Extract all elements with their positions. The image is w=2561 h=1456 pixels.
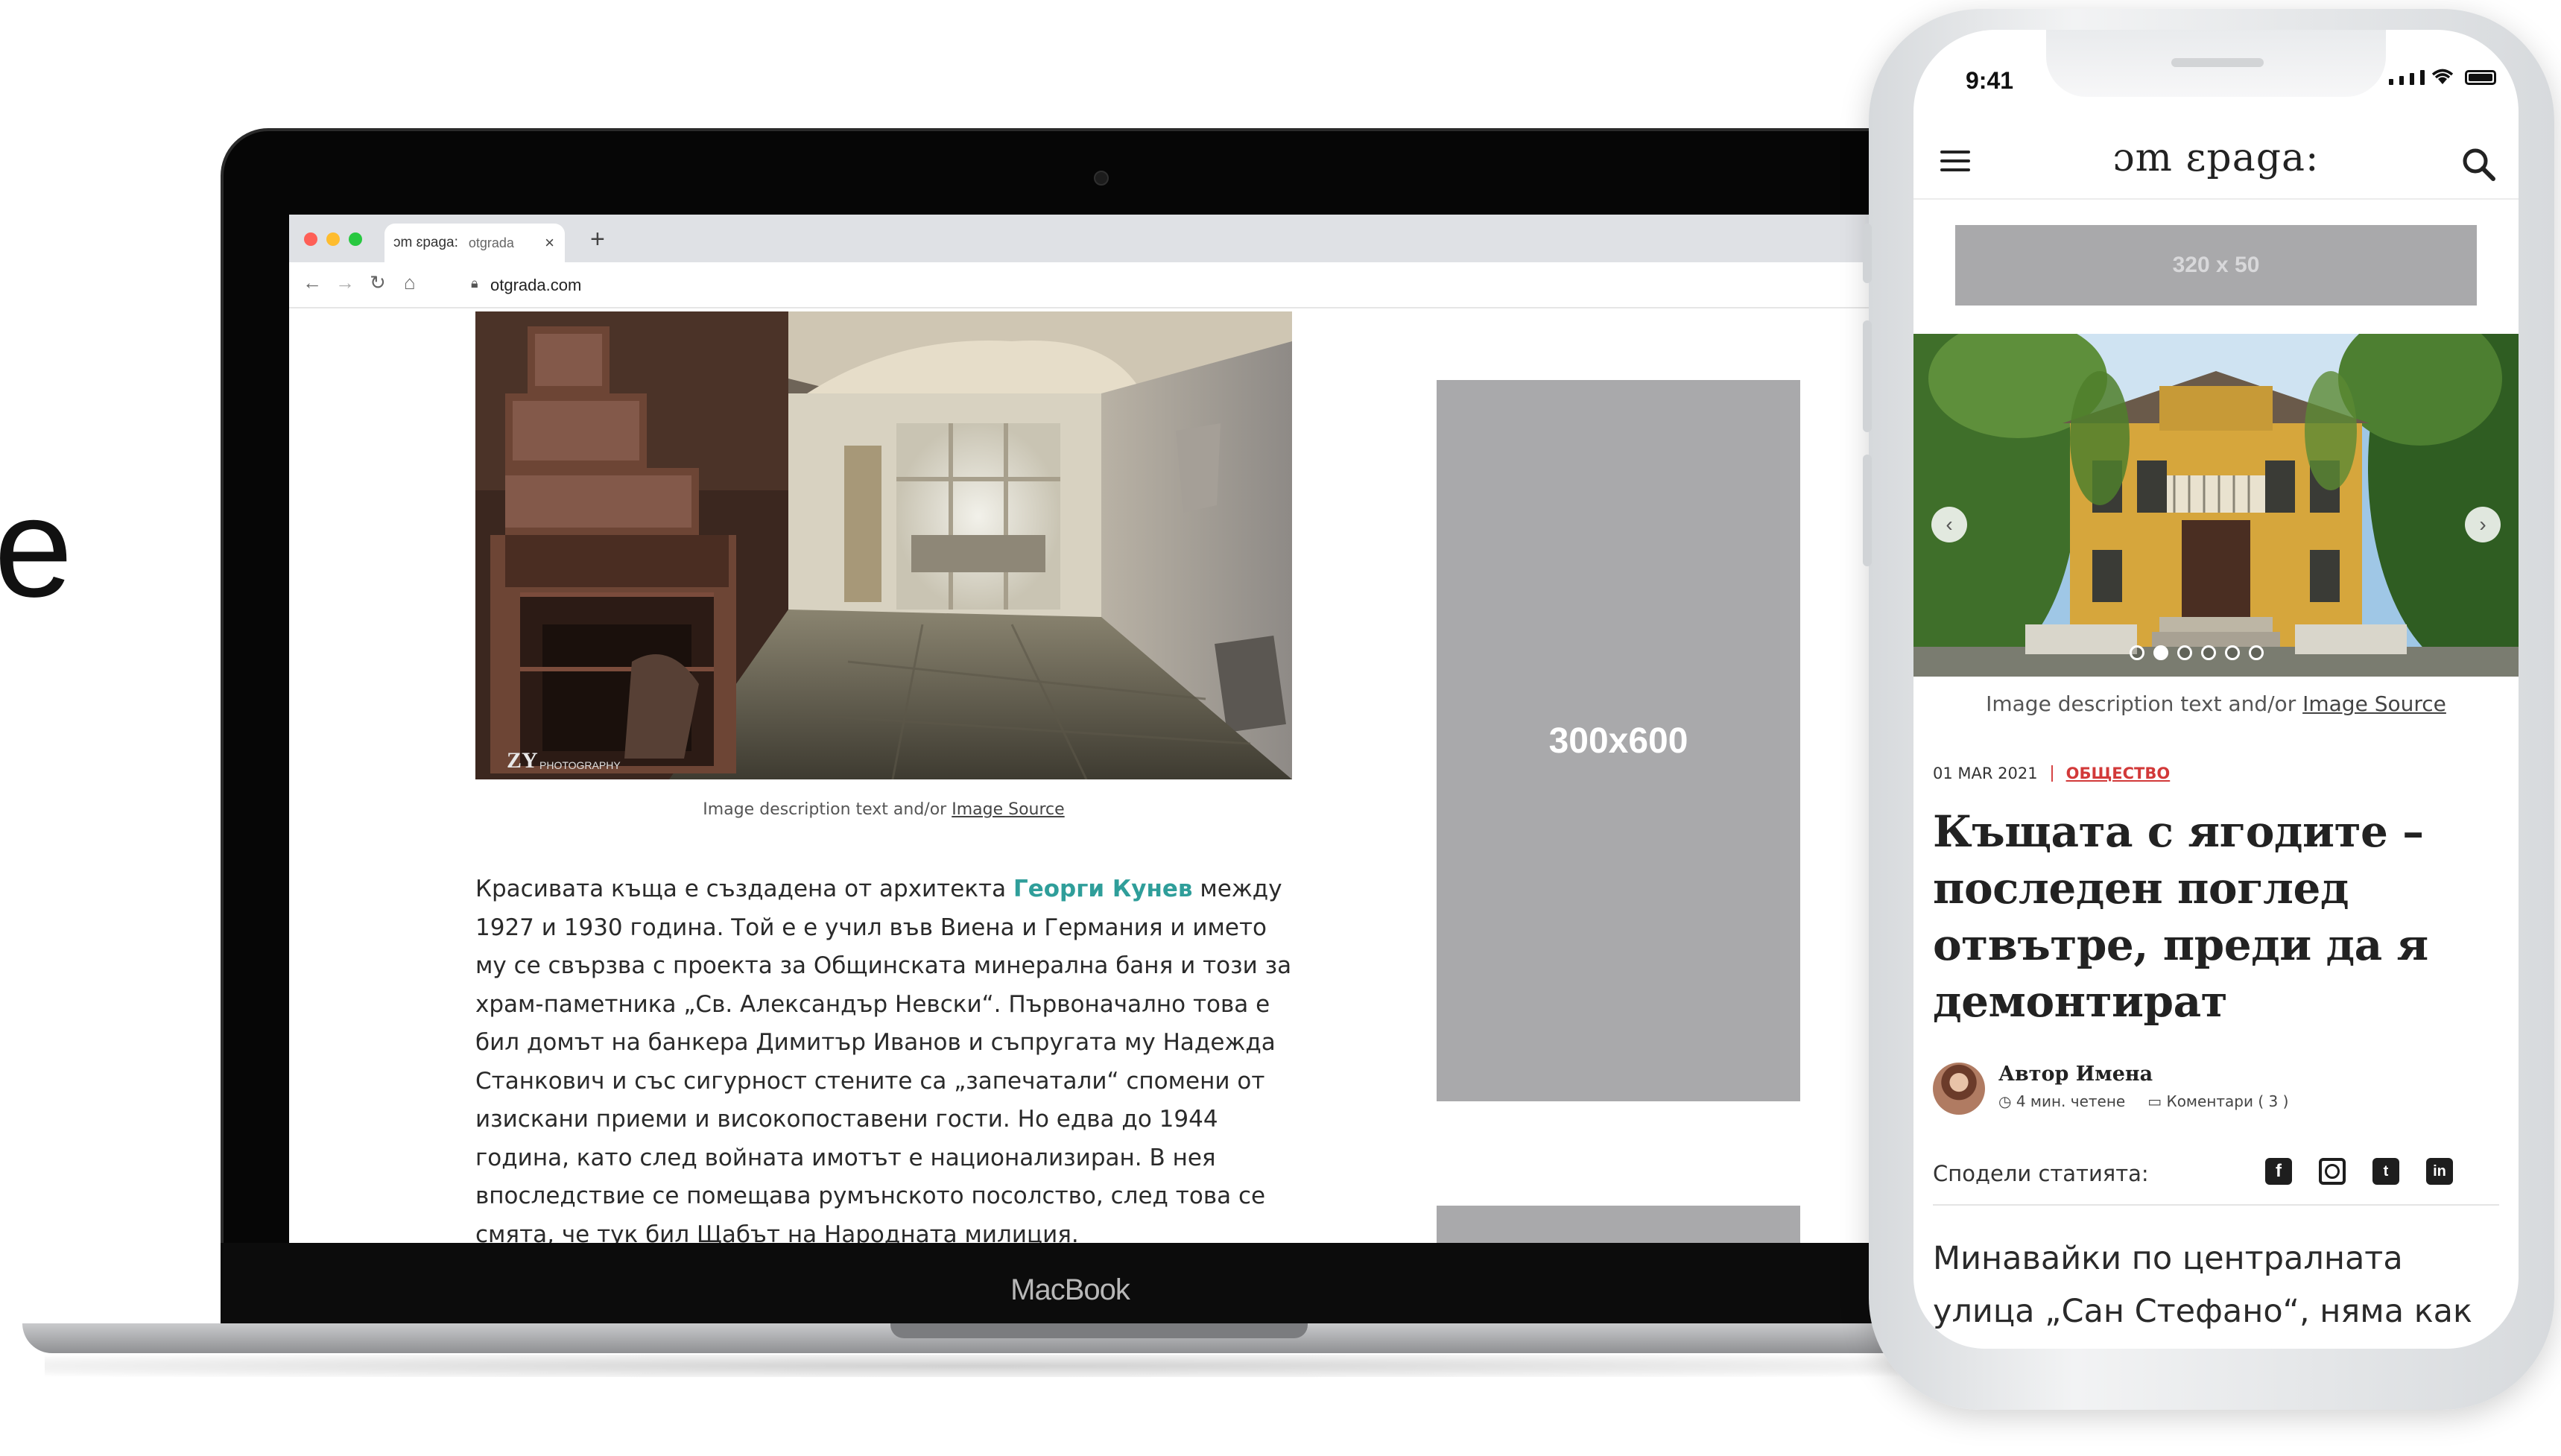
svg-text:ZY: ZY <box>507 748 538 773</box>
phone-screen: 9:41 ɔm ɛpaga: 320 x 50 ‹ › Image descri… <box>1913 30 2519 1349</box>
carousel-dot[interactable] <box>2153 645 2168 660</box>
laptop-camera <box>1094 171 1109 186</box>
ad-banner-label: 320 x 50 <box>2172 253 2260 277</box>
forward-icon[interactable]: → <box>335 271 355 294</box>
article-photo: ZY PHOTOGRAPHY <box>475 311 1292 779</box>
caption-text: Image description text and/or <box>703 800 952 819</box>
ad-label: 300x600 <box>1548 721 1688 761</box>
carousel-next-icon[interactable]: › <box>2465 507 2501 542</box>
ad-300x600[interactable]: 300x600 <box>1437 380 1800 1101</box>
facebook-icon[interactable]: f <box>2265 1158 2292 1185</box>
room-image: ZY PHOTOGRAPHY <box>475 311 1292 779</box>
signal-bar <box>2399 76 2404 85</box>
house-image <box>1913 334 2519 677</box>
body-text-1: Красивата къща е създадена от архитекта <box>475 876 1013 902</box>
signal-bar <box>2420 70 2425 85</box>
macbook-label: MacBook <box>1010 1273 1130 1306</box>
laptop-screen: ɔm ɛpaga: otgrada × + ← → ↻ ⌂ 🔒︎ otgrada… <box>289 215 1891 1243</box>
window-close-button[interactable] <box>304 232 317 246</box>
cropped-glyph: e <box>0 469 73 627</box>
carousel-dot[interactable] <box>2249 645 2264 660</box>
tab-title: ɔm ɛpaga: <box>393 235 458 250</box>
phone-speaker <box>2171 58 2264 67</box>
article-headline: Къщата с ягодите – последен поглед отвът… <box>1933 806 2428 1027</box>
article-meta: 01 MAR 2021 ОБЩЕСТВО <box>1933 765 2170 782</box>
twitter-icon[interactable]: t <box>2372 1158 2399 1185</box>
article-date: 01 MAR 2021 <box>1933 765 2038 782</box>
search-icon[interactable] <box>2457 143 2502 188</box>
carousel-dot[interactable] <box>2130 645 2144 660</box>
new-tab-button[interactable]: + <box>590 225 605 254</box>
meta-separator <box>2051 765 2053 782</box>
laptop-bezel-bottom: MacBook <box>221 1243 1919 1329</box>
back-icon[interactable]: ← <box>303 271 322 294</box>
battery-icon <box>2465 70 2496 85</box>
comments-label: Коментари ( 3 ) <box>2166 1092 2289 1110</box>
phone-volume-up <box>1863 320 1872 432</box>
author-avatar[interactable] <box>1933 1063 1985 1115</box>
laptop-shadow <box>45 1355 1908 1377</box>
lock-icon: 🔒︎ <box>471 276 478 291</box>
carousel-prev-icon[interactable]: ‹ <box>1931 507 1967 542</box>
carousel-dot[interactable] <box>2225 645 2240 660</box>
share-label: Сподели статията: <box>1933 1161 2149 1186</box>
hero-caption: Image description text and/or Image Sour… <box>1913 691 2519 716</box>
browser-tab[interactable]: ɔm ɛpaga: otgrada × <box>384 224 565 262</box>
carousel-dots <box>2130 645 2264 660</box>
carousel-dot[interactable] <box>2201 645 2216 660</box>
status-time: 9:41 <box>1966 67 2014 94</box>
ad-320x50[interactable]: 320 x 50 <box>1955 225 2477 306</box>
home-icon[interactable]: ⌂ <box>404 271 416 294</box>
image-caption: Image description text and/or Image Sour… <box>475 800 1292 819</box>
image-source-link[interactable]: Image Source <box>952 800 1064 819</box>
hero-caption-text: Image description text and/or <box>1986 691 2303 716</box>
phone-mute-switch <box>1863 224 1872 283</box>
instagram-lens <box>2325 1164 2340 1179</box>
signal-icon <box>2389 79 2393 85</box>
site-logo[interactable]: ɔm ɛpaga: <box>1913 136 2519 180</box>
body-text-2: между 1927 и 1930 година. Той е е учил в… <box>475 876 1292 1243</box>
author-name[interactable]: Автор Имена <box>1998 1063 2153 1086</box>
instagram-icon[interactable] <box>2319 1158 2346 1185</box>
architect-link[interactable]: Георги Кунев <box>1013 876 1193 902</box>
ad-second[interactable] <box>1437 1206 1800 1243</box>
reload-icon[interactable]: ↻ <box>370 271 386 294</box>
hero-image-source-link[interactable]: Image Source <box>2302 691 2446 716</box>
tab-close-icon[interactable]: × <box>545 233 554 253</box>
laptop-hinge-notch <box>890 1323 1308 1338</box>
wifi-icon <box>2431 69 2454 84</box>
url-text[interactable]: otgrada.com <box>490 276 581 295</box>
comment-icon: ▭ <box>2147 1092 2167 1110</box>
article-body-mobile: Минавайки по централната улица „Сан Стеф… <box>1933 1240 2473 1349</box>
linkedin-icon[interactable]: in <box>2426 1158 2453 1185</box>
article-submeta: ◷ 4 мин. четене ▭ Коментари ( 3 ) <box>1998 1092 2288 1110</box>
status-icons <box>2389 69 2496 85</box>
tab-domain: otgrada <box>468 235 514 250</box>
read-time-label: 4 мин. четене <box>2016 1092 2126 1110</box>
clock-icon: ◷ <box>1998 1092 2016 1110</box>
signal-bar <box>2410 73 2414 85</box>
article-body: Красивата къща е създадена от архитекта … <box>475 870 1302 1243</box>
hero-carousel[interactable]: ‹ › <box>1913 334 2519 677</box>
read-time: ◷ 4 мин. четене <box>1998 1092 2125 1110</box>
svg-text:PHOTOGRAPHY: PHOTOGRAPHY <box>539 759 621 771</box>
carousel-dot[interactable] <box>2177 645 2192 660</box>
category-link[interactable]: ОБЩЕСТВО <box>2066 765 2171 782</box>
comments-link[interactable]: ▭ Коментари ( 3 ) <box>2147 1092 2288 1110</box>
share-row: Сподели статията: f t in <box>1933 1149 2499 1206</box>
phone-volume-down <box>1863 455 1872 566</box>
window-minimize-button[interactable] <box>326 232 340 246</box>
window-maximize-button[interactable] <box>349 232 362 246</box>
